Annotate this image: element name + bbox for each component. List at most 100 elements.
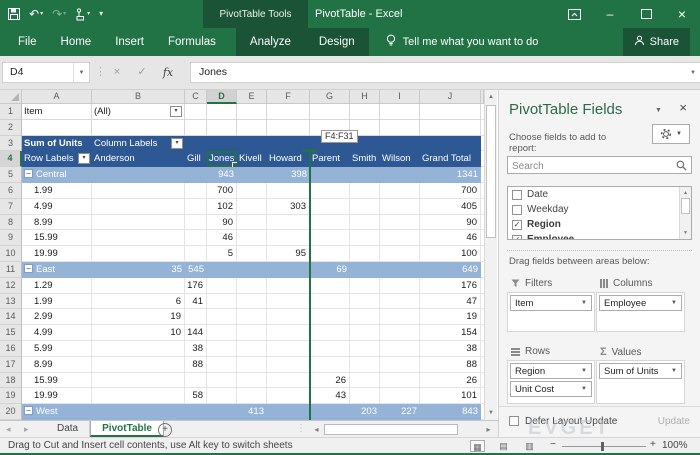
cell-D4[interactable]: Jones xyxy=(207,151,237,167)
cell-C16[interactable]: 38 xyxy=(185,341,207,357)
field-checkbox-date[interactable] xyxy=(512,190,522,200)
col-header-F[interactable]: F xyxy=(267,90,310,104)
cell-A13[interactable]: 1.99 xyxy=(22,294,92,310)
cell-C18[interactable] xyxy=(185,373,207,389)
cell-G10[interactable] xyxy=(310,246,350,262)
cell-C9[interactable] xyxy=(185,230,207,246)
cell-C10[interactable] xyxy=(185,246,207,262)
close-button[interactable]: × xyxy=(664,0,700,28)
filters-area[interactable]: Item▼ xyxy=(507,292,595,332)
cell-A14[interactable]: 2.99 xyxy=(22,309,92,325)
minimize-button[interactable]: – xyxy=(592,0,628,28)
cell-H1[interactable] xyxy=(350,104,380,120)
cell-G1[interactable] xyxy=(310,104,350,120)
cell-H4[interactable]: Smith xyxy=(350,151,380,167)
cell-H15[interactable] xyxy=(350,325,380,341)
cell-E2[interactable] xyxy=(237,120,267,136)
row-number-9[interactable]: 9 xyxy=(0,230,22,246)
vertical-scrollbar[interactable]: ▲ ▼ xyxy=(484,90,497,420)
hscroll-left-icon[interactable]: ◂ xyxy=(310,423,323,436)
field-dropdown-icon[interactable]: ▼ xyxy=(581,386,587,392)
cell-A12[interactable]: 1.29 xyxy=(22,278,92,294)
field-checkbox-weekday[interactable] xyxy=(512,205,522,215)
collapse-icon[interactable]: − xyxy=(24,169,33,178)
formula-input[interactable]: Jones ▼ xyxy=(190,62,700,83)
cell-A2[interactable] xyxy=(22,120,92,136)
cell-B8[interactable] xyxy=(92,215,185,231)
undo-icon[interactable]: ↶▾ xyxy=(29,0,43,28)
cell-I5[interactable] xyxy=(380,167,420,183)
cell-E20[interactable]: 413 xyxy=(237,404,267,420)
filter-dropdown-icon[interactable]: ▾ xyxy=(170,106,182,117)
cell-I14[interactable] xyxy=(380,309,420,325)
cell-E15[interactable] xyxy=(237,325,267,341)
cell-H10[interactable] xyxy=(350,246,380,262)
cell-G4[interactable]: Parent xyxy=(310,151,350,167)
cell-E17[interactable] xyxy=(237,357,267,373)
row-number-15[interactable]: 15 xyxy=(0,325,22,341)
cell-F2[interactable] xyxy=(267,120,310,136)
cell-C6[interactable] xyxy=(185,183,207,199)
field-dropdown-icon[interactable]: ▼ xyxy=(671,300,677,306)
pivot-field-button-item[interactable]: Item▼ xyxy=(510,295,592,311)
row-number-20[interactable]: 20 xyxy=(0,404,22,420)
cell-E8[interactable] xyxy=(237,215,267,231)
cell-A15[interactable]: 4.99 xyxy=(22,325,92,341)
cell-D14[interactable] xyxy=(207,309,237,325)
cell-B17[interactable] xyxy=(92,357,185,373)
cell-J18[interactable]: 26 xyxy=(420,373,481,389)
cell-B11[interactable]: 35 xyxy=(92,262,185,278)
cell-A19[interactable]: 19.99 xyxy=(22,388,92,404)
cell-F13[interactable] xyxy=(267,294,310,310)
cell-H7[interactable] xyxy=(350,199,380,215)
cell-J10[interactable]: 100 xyxy=(420,246,481,262)
pivot-field-button-sum-of-units[interactable]: Sum of Units▼ xyxy=(599,363,682,379)
cell-I9[interactable] xyxy=(380,230,420,246)
col-header-I[interactable]: I xyxy=(380,90,420,104)
cell-F5[interactable]: 398 xyxy=(267,167,310,183)
cell-G7[interactable] xyxy=(310,199,350,215)
page-layout-view-icon[interactable]: ▤ xyxy=(496,440,511,452)
pivot-field-button-region[interactable]: Region▼ xyxy=(510,363,592,379)
row-number-14[interactable]: 14 xyxy=(0,309,22,325)
cell-G13[interactable] xyxy=(310,294,350,310)
zoom-in-icon[interactable]: + xyxy=(650,439,656,450)
select-all-corner[interactable] xyxy=(0,90,22,104)
cell-D11[interactable] xyxy=(207,262,237,278)
row-number-7[interactable]: 7 xyxy=(0,199,22,215)
cell-F12[interactable] xyxy=(267,278,310,294)
cell-C12[interactable]: 176 xyxy=(185,278,207,294)
pane-options-icon[interactable]: ▼ xyxy=(655,107,662,114)
row-number-16[interactable]: 16 xyxy=(0,341,22,357)
update-button[interactable]: Update xyxy=(658,416,690,427)
cell-D12[interactable] xyxy=(207,278,237,294)
sheet-tab-data[interactable]: Data xyxy=(46,421,90,437)
cell-I2[interactable] xyxy=(380,120,420,136)
cell-D3[interactable] xyxy=(207,136,237,152)
cell-H14[interactable] xyxy=(350,309,380,325)
col-header-D[interactable]: D xyxy=(207,90,237,104)
row-number-11[interactable]: 11 xyxy=(0,262,22,278)
cell-E6[interactable] xyxy=(237,183,267,199)
cell-F10[interactable]: 95 xyxy=(267,246,310,262)
cell-I20[interactable]: 227 xyxy=(380,404,420,420)
cell-H17[interactable] xyxy=(350,357,380,373)
field-scroll-down-icon[interactable]: ▼ xyxy=(680,230,691,236)
cell-F16[interactable] xyxy=(267,341,310,357)
cell-D16[interactable] xyxy=(207,341,237,357)
field-dropdown-icon[interactable]: ▼ xyxy=(671,368,677,374)
field-item-employee[interactable]: ✓Employee xyxy=(508,232,691,240)
cell-H9[interactable] xyxy=(350,230,380,246)
field-scroll-up-icon[interactable]: ▲ xyxy=(680,190,691,196)
cell-G11[interactable]: 69 xyxy=(310,262,350,278)
cell-C3[interactable] xyxy=(185,136,207,152)
cell-C17[interactable]: 88 xyxy=(185,357,207,373)
col-header-G[interactable]: G xyxy=(310,90,350,104)
cell-B6[interactable] xyxy=(92,183,185,199)
cell-C14[interactable] xyxy=(185,309,207,325)
cell-C11[interactable]: 545 xyxy=(185,262,207,278)
cell-A4[interactable]: Row Labels▾ xyxy=(22,151,92,167)
collapse-icon[interactable]: − xyxy=(24,406,33,415)
field-dropdown-icon[interactable]: ▼ xyxy=(581,368,587,374)
cell-I17[interactable] xyxy=(380,357,420,373)
